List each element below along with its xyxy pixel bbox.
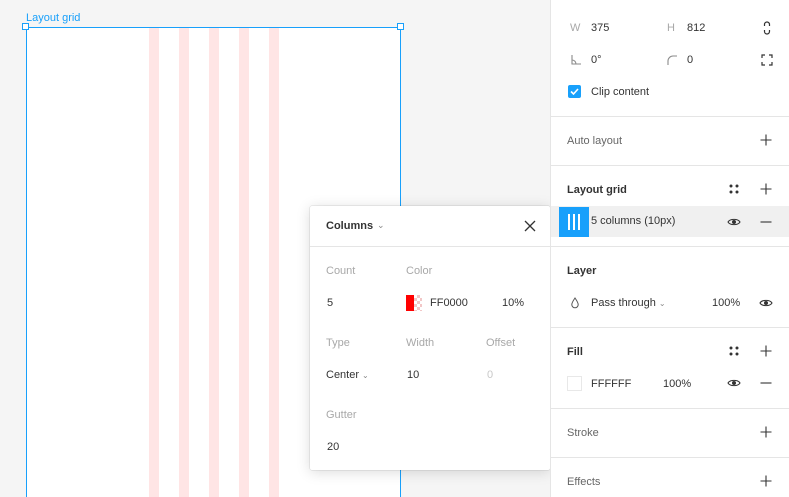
blend-mode-dropdown[interactable]: Pass through ⌄ (591, 297, 666, 309)
layout-grid-item[interactable]: 5 columns (10px) (551, 206, 789, 237)
layout-grid-settings-popover: Columns ⌄ Count Color 5 FF0000 10% Type … (310, 206, 550, 470)
properties-panel: W 375 H 812 0° 0 Clip content Auto layou… (550, 0, 789, 497)
width-label: W (570, 22, 581, 34)
corner-radius-input[interactable]: 0 (687, 54, 693, 66)
eye-icon[interactable] (726, 214, 742, 230)
plus-icon[interactable] (758, 181, 774, 197)
layer-opacity-input[interactable]: 100% (712, 297, 740, 309)
type-value: Center (326, 369, 360, 381)
chevron-down-icon[interactable]: ⌄ (377, 220, 385, 231)
auto-layout-title: Auto layout (567, 135, 623, 147)
clip-content-checkbox[interactable] (568, 85, 581, 98)
height-input[interactable]: 812 (687, 22, 705, 34)
grid-column (269, 28, 279, 497)
effects-title: Effects (567, 476, 601, 488)
width-input[interactable]: 10 (407, 369, 419, 381)
height-label: H (667, 22, 675, 34)
checkmark-icon (570, 88, 579, 96)
color-swatch-solid (406, 295, 414, 311)
divider (551, 116, 789, 117)
count-input[interactable]: 5 (327, 297, 333, 309)
width-input[interactable]: 375 (591, 22, 609, 34)
color-swatch[interactable] (406, 295, 422, 311)
independent-corners-icon[interactable] (759, 52, 775, 68)
blend-mode-value: Pass through (591, 297, 656, 309)
offset-input[interactable]: 0 (487, 369, 493, 381)
divider (551, 327, 789, 328)
color-swatch-transparency (414, 295, 422, 311)
gutter-input[interactable]: 20 (327, 441, 339, 453)
fill-color-swatch[interactable] (567, 376, 582, 391)
plus-icon[interactable] (758, 473, 774, 489)
color-label: Color (406, 265, 433, 277)
divider (551, 408, 789, 409)
grid-column (239, 28, 249, 497)
grid-column (209, 28, 219, 497)
offset-label: Offset (486, 337, 516, 349)
layout-grid-title: Layout grid (567, 184, 627, 196)
resize-handle-top-left[interactable] (22, 23, 29, 30)
count-label: Count (326, 265, 356, 277)
grid-type-dropdown[interactable]: Columns (326, 220, 373, 232)
rotation-icon (571, 55, 581, 65)
minus-icon[interactable] (758, 375, 774, 391)
fill-title: Fill (567, 346, 583, 358)
type-label: Type (326, 337, 350, 349)
grid-column (179, 28, 189, 497)
fill-styles-icon[interactable] (726, 343, 742, 359)
corner-radius-icon (667, 55, 677, 65)
grid-column (149, 28, 159, 497)
eye-icon[interactable] (726, 375, 742, 391)
gutter-label: Gutter (326, 409, 357, 421)
color-hex-input[interactable]: FF0000 (430, 297, 468, 309)
rotation-input[interactable]: 0° (591, 54, 602, 66)
chevron-down-icon: ⌄ (362, 371, 369, 380)
plus-icon[interactable] (758, 132, 774, 148)
eye-icon[interactable] (758, 295, 774, 311)
resize-handle-top-right[interactable] (397, 23, 404, 30)
frame-label[interactable]: Layout grid (26, 12, 80, 24)
close-icon[interactable] (522, 218, 538, 234)
chevron-down-icon: ⌄ (658, 299, 666, 308)
fill-hex-input[interactable]: FFFFFF (591, 378, 631, 390)
divider (551, 246, 789, 247)
columns-grid-icon[interactable] (559, 207, 589, 237)
type-dropdown[interactable]: Center ⌄ (326, 369, 369, 381)
minus-icon[interactable] (758, 214, 774, 230)
layer-title: Layer (567, 265, 597, 277)
color-opacity-input[interactable]: 10% (502, 297, 524, 309)
divider (551, 165, 789, 166)
stroke-title: Stroke (567, 427, 599, 439)
grid-styles-icon[interactable] (726, 181, 742, 197)
grid-item-label: 5 columns (10px) (591, 215, 676, 227)
divider (551, 457, 789, 458)
plus-icon[interactable] (758, 343, 774, 359)
fill-opacity-input[interactable]: 100% (663, 378, 691, 390)
plus-icon[interactable] (758, 424, 774, 440)
clip-content-label[interactable]: Clip content (591, 86, 649, 98)
popover-header: Columns ⌄ (310, 206, 550, 247)
blend-drop-icon (571, 297, 579, 309)
width-label: Width (406, 337, 435, 349)
constrain-proportions-icon[interactable] (759, 20, 775, 36)
